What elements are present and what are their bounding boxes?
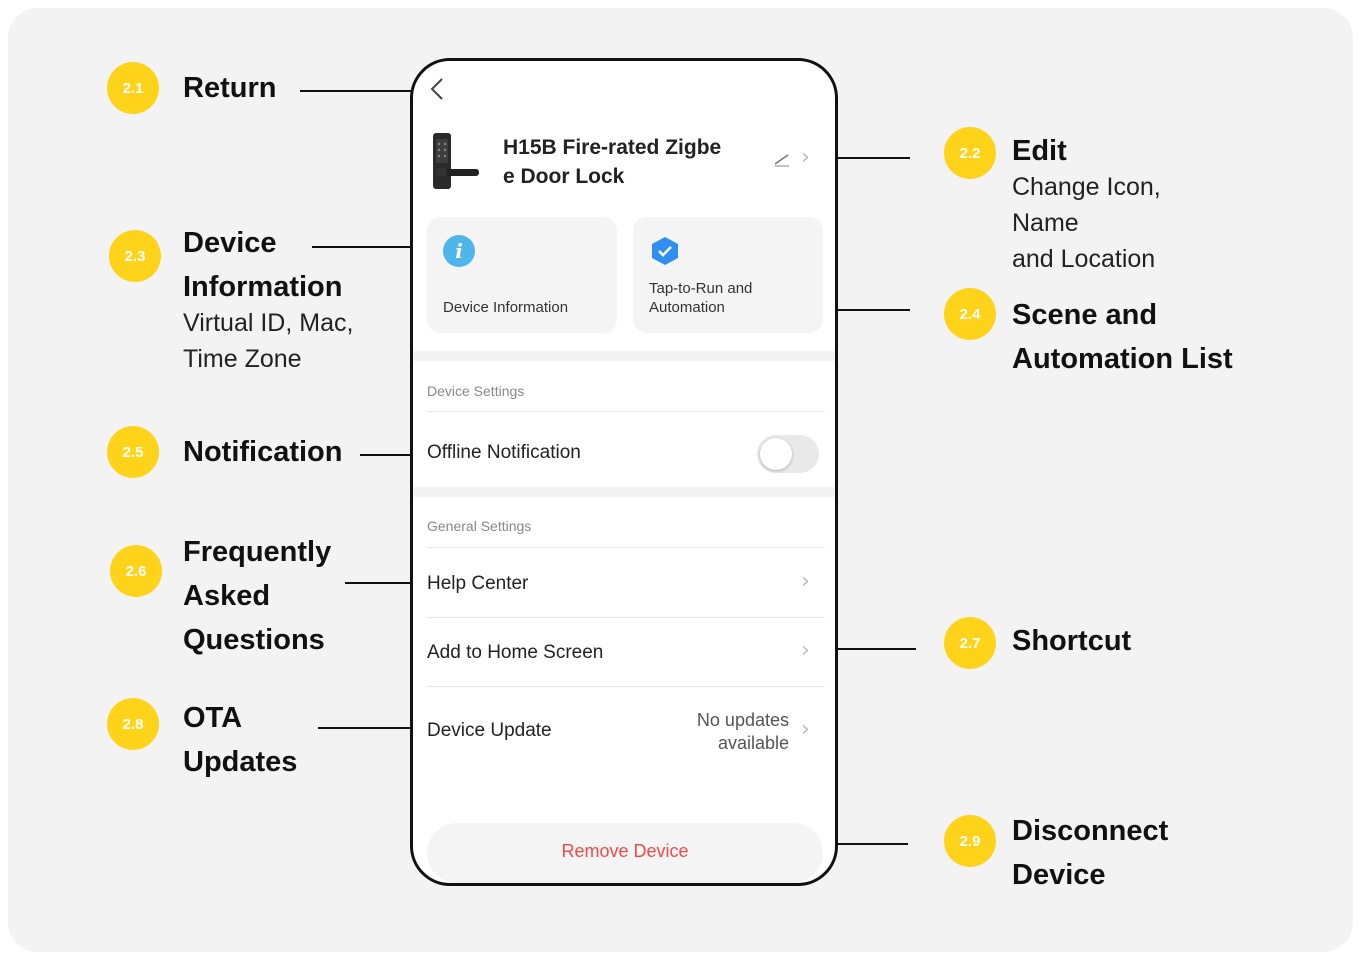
section-separator	[413, 487, 835, 497]
annotation-disconnect-title-2: Device	[1012, 859, 1106, 891]
divider	[427, 617, 825, 618]
shield-check-icon	[649, 235, 681, 267]
badge-2-9: 2.9	[944, 815, 996, 867]
phone-screen: H15B Fire-rated Zigbe e Door Lock › i De…	[410, 58, 838, 886]
offline-notification-toggle[interactable]	[757, 435, 819, 473]
annotation-scene-title-2: Automation List	[1012, 343, 1233, 375]
annotation-disconnect-title-1: Disconnect	[1012, 815, 1169, 847]
tap-to-run-label-line-1: Tap-to-Run and	[649, 280, 753, 297]
general-settings-title: General Settings	[427, 518, 532, 534]
device-name-line-1: H15B Fire-rated Zigbe	[503, 136, 722, 159]
annotation-ota-title-1: OTA	[183, 702, 243, 734]
annotation-shortcut-title: Shortcut	[1012, 625, 1132, 657]
annotation-edit-subtitle-2: Name	[1012, 209, 1079, 237]
annotation-edit-subtitle-1: Change Icon,	[1012, 173, 1161, 201]
badge-2-4: 2.4	[944, 288, 996, 340]
annotation-faq-title-2: Asked	[183, 580, 271, 612]
update-status-line-1: No updates	[696, 710, 789, 730]
annotation-edit-subtitle-3: and Location	[1012, 245, 1156, 273]
annotation-device-info-subtitle-1: Virtual ID, Mac,	[183, 309, 354, 337]
annotation-faq-title-1: Frequently	[183, 536, 332, 568]
back-arrow-icon[interactable]	[427, 75, 455, 103]
annotation-device-info-subtitle-2: Time Zone	[183, 345, 302, 373]
device-update-item[interactable]: Device Update	[427, 720, 552, 742]
offline-notification-label: Offline Notification	[427, 442, 581, 463]
device-info-card[interactable]: i Device Information	[427, 217, 617, 333]
tap-to-run-card-label: Tap-to-Run and Automation	[649, 279, 752, 317]
add-to-home-screen-item[interactable]: Add to Home Screen	[427, 642, 603, 664]
tap-to-run-card[interactable]: Tap-to-Run and Automation	[633, 217, 823, 333]
annotation-return-title: Return	[183, 72, 277, 104]
info-icon: i	[443, 235, 475, 267]
badge-2-8: 2.8	[107, 698, 159, 750]
annotation-faq-title-3: Questions	[183, 624, 325, 656]
remove-device-button[interactable]: Remove Device	[427, 823, 823, 883]
help-center-item[interactable]: Help Center	[427, 573, 528, 595]
toggle-knob	[760, 438, 792, 470]
update-status: No updates available	[663, 709, 789, 755]
badge-2-6: 2.6	[110, 545, 162, 597]
annotation-scene-title-1: Scene and	[1012, 299, 1158, 331]
device-name-line-2: e Door Lock	[503, 165, 625, 188]
annotation-device-info-title-2: Information	[183, 271, 343, 303]
pencil-edit-icon[interactable]	[773, 149, 791, 172]
badge-2-1: 2.1	[107, 62, 159, 114]
divider	[427, 686, 825, 687]
badge-2-3: 2.3	[109, 230, 161, 282]
device-settings-title: Device Settings	[427, 383, 525, 399]
divider	[427, 411, 825, 412]
annotation-notification-title: Notification	[183, 436, 343, 468]
update-status-line-2: available	[717, 733, 789, 753]
section-separator	[413, 351, 835, 361]
remove-device-label: Remove Device	[561, 841, 689, 861]
device-name: H15B Fire-rated Zigbe e Door Lock	[503, 133, 763, 191]
chevron-right-icon: ›	[801, 638, 810, 663]
chevron-right-icon: ›	[801, 717, 810, 742]
tap-to-run-label-line-2: Automation	[649, 299, 725, 316]
badge-2-7: 2.7	[944, 617, 996, 669]
device-info-card-label: Device Information	[443, 299, 569, 316]
annotation-device-info-title-1: Device	[183, 227, 277, 259]
divider	[427, 547, 825, 548]
annotation-ota-title-2: Updates	[183, 746, 298, 778]
badge-2-2: 2.2	[944, 127, 996, 179]
annotation-edit-title: Edit	[1012, 135, 1067, 167]
badge-2-5: 2.5	[107, 426, 159, 478]
chevron-right-icon: ›	[801, 569, 810, 594]
edit-chevron-right-icon[interactable]: ›	[801, 145, 810, 170]
door-lock-thumbnail	[427, 131, 483, 193]
